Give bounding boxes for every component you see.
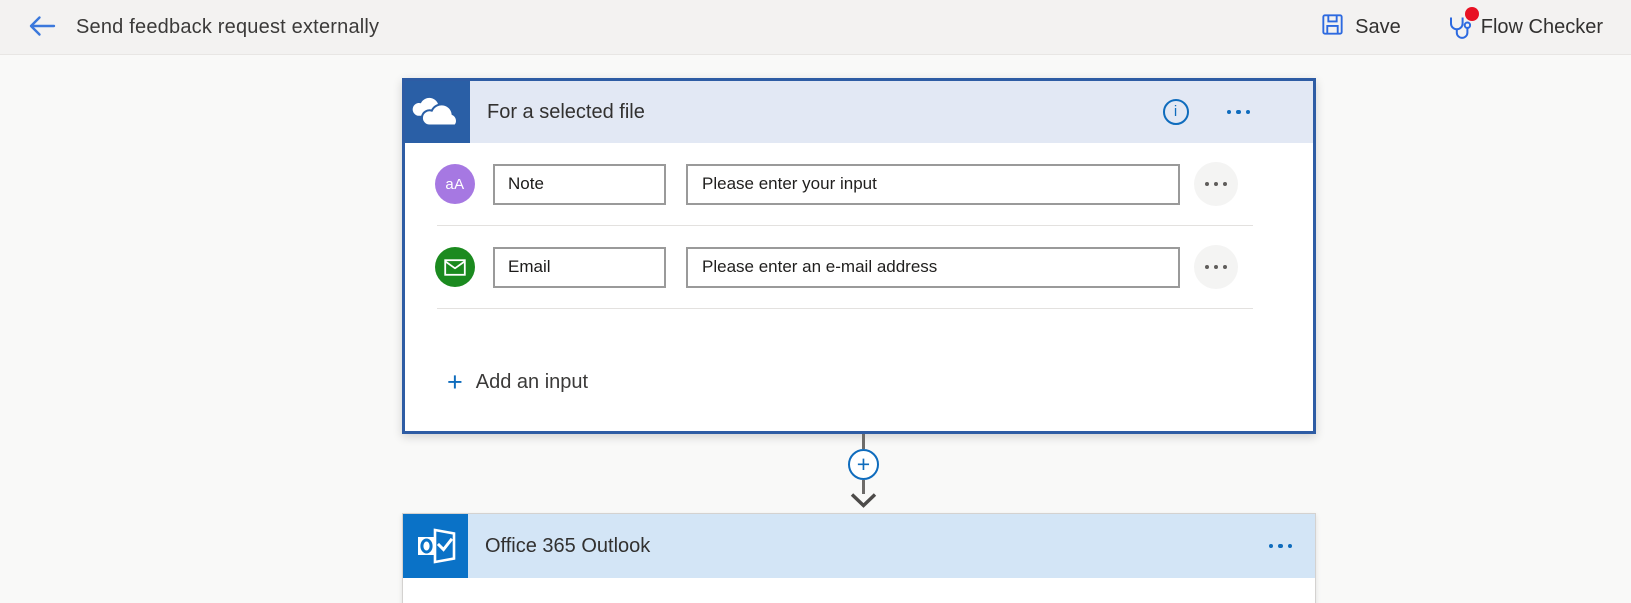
insert-step-button[interactable]: +: [848, 449, 879, 480]
info-icon[interactable]: i: [1163, 99, 1189, 125]
arrow-down-icon: [850, 493, 877, 513]
connector-line: [862, 434, 865, 449]
row-divider: [437, 308, 1253, 309]
add-input-label: Add an input: [476, 371, 588, 394]
text-input-badge: aA: [435, 164, 475, 204]
flow-designer-canvas: For a selected file i aA: [0, 55, 1631, 603]
action-card: Office 365 Outlook: [402, 513, 1316, 603]
flow-title: Send feedback request externally: [76, 16, 379, 39]
floppy-disk-icon: [1320, 12, 1345, 43]
onedrive-clouds-icon: [405, 81, 470, 143]
outlook-icon: [403, 514, 468, 578]
trigger-card-header[interactable]: For a selected file i: [405, 81, 1313, 143]
note-row-menu-button[interactable]: [1194, 162, 1238, 206]
more-options-icon: [1205, 182, 1227, 186]
save-button[interactable]: Save: [1320, 12, 1401, 43]
email-badge: [435, 247, 475, 287]
trigger-card: For a selected file i aA: [402, 78, 1316, 434]
command-bar: Send feedback request externally Save: [0, 0, 1631, 55]
red-alert-dot: [1465, 7, 1479, 21]
action-menu-icon[interactable]: [1269, 544, 1293, 549]
arrow-left-icon: [27, 14, 57, 41]
action-card-title: Office 365 Outlook: [485, 535, 650, 558]
connector-line: [862, 480, 865, 494]
save-label: Save: [1355, 16, 1401, 39]
plus-icon: +: [447, 369, 463, 396]
trigger-menu-icon[interactable]: [1227, 110, 1251, 115]
more-options-icon: [1205, 265, 1227, 269]
command-bar-actions: Save Flow Checker: [1320, 12, 1603, 43]
back-button[interactable]: [24, 9, 60, 45]
action-card-header[interactable]: Office 365 Outlook: [403, 514, 1315, 578]
note-name-input[interactable]: [493, 164, 666, 205]
email-placeholder-input[interactable]: [686, 247, 1180, 288]
note-placeholder-input[interactable]: [686, 164, 1180, 205]
trigger-card-title: For a selected file: [487, 101, 645, 124]
stethoscope-icon: [1443, 13, 1471, 41]
action-header-actions: [1269, 544, 1316, 549]
email-name-input[interactable]: [493, 247, 666, 288]
input-row-note: aA: [405, 143, 1313, 225]
add-input-button[interactable]: + Add an input: [405, 369, 588, 396]
action-card-body: [403, 578, 1315, 603]
flow-checker-label: Flow Checker: [1481, 16, 1603, 39]
trigger-header-actions: i: [1163, 99, 1314, 125]
flow-checker-button[interactable]: Flow Checker: [1443, 13, 1603, 41]
trigger-card-body: aA: [405, 143, 1313, 396]
input-row-email: [405, 226, 1313, 308]
email-row-menu-button[interactable]: [1194, 245, 1238, 289]
